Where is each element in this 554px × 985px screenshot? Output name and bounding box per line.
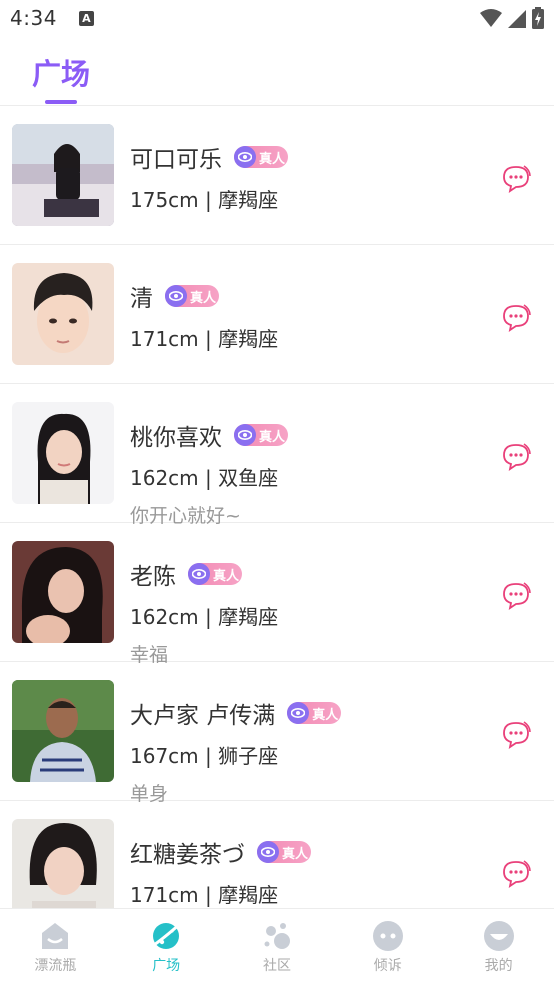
- status-bar: 4:34 A: [0, 0, 554, 36]
- avatar[interactable]: [12, 680, 114, 782]
- list-item[interactable]: 红糖姜茶づ 真人 171cm | 摩羯座: [0, 801, 554, 908]
- chat-bubble-icon[interactable]: [500, 579, 532, 611]
- user-name: 老陈: [130, 564, 176, 590]
- verified-badge: 真人: [257, 841, 311, 863]
- eye-icon: [234, 146, 256, 168]
- battery-icon: [532, 7, 544, 29]
- name-row: 红糖姜茶づ 真人: [130, 837, 311, 868]
- badge-label: 真人: [212, 569, 239, 584]
- chat-bubble-icon[interactable]: [500, 162, 532, 194]
- bottom-nav: 漂流瓶 广场 社区 倾诉 我的: [0, 908, 554, 985]
- nav-mine[interactable]: 我的: [443, 909, 554, 985]
- nav-label: 漂流瓶: [34, 958, 77, 974]
- planet-icon: [150, 921, 183, 949]
- user-name: 红糖姜茶づ: [130, 842, 245, 868]
- verified-badge: 真人: [234, 424, 288, 446]
- badge-label: 真人: [281, 847, 308, 862]
- user-info: 162cm | 摩羯座: [130, 605, 279, 629]
- user-info: 171cm | 摩羯座: [130, 327, 279, 351]
- verified-badge: 真人: [165, 285, 219, 307]
- avatar[interactable]: [12, 263, 114, 365]
- avatar[interactable]: [12, 541, 114, 643]
- chat-bubble-icon[interactable]: [500, 440, 532, 472]
- user-name: 可口可乐: [130, 147, 222, 173]
- badge-label: 真人: [312, 708, 339, 723]
- nav-label: 倾诉: [373, 958, 402, 974]
- header: 广场: [0, 36, 554, 106]
- tab-underline: [45, 100, 77, 104]
- badge-label: 真人: [189, 291, 216, 306]
- nav-label: 广场: [152, 958, 181, 974]
- user-list[interactable]: 可口可乐 真人 175cm | 摩羯座 清 真人 171cm | 摩羯座 桃你喜…: [0, 106, 554, 908]
- user-info: 171cm | 摩羯座: [130, 883, 279, 907]
- status-icons: [480, 7, 544, 29]
- verified-badge: 真人: [234, 146, 288, 168]
- name-row: 大卢家 卢传满 真人: [130, 698, 342, 729]
- eye-icon: [165, 285, 187, 307]
- list-item[interactable]: 可口可乐 真人 175cm | 摩羯座: [0, 106, 554, 245]
- name-row: 可口可乐 真人: [130, 142, 288, 173]
- wifi-icon: [480, 9, 502, 27]
- avatar[interactable]: [12, 124, 114, 226]
- eye-icon: [287, 702, 310, 724]
- list-item[interactable]: 清 真人 171cm | 摩羯座: [0, 245, 554, 384]
- verified-badge: 真人: [287, 702, 342, 724]
- badge-label: 真人: [258, 152, 285, 167]
- notification-a-icon: A: [78, 10, 94, 26]
- eye-icon: [188, 563, 210, 585]
- user-name: 大卢家 卢传满: [130, 703, 276, 729]
- chat-bubble-icon[interactable]: [500, 857, 532, 889]
- nav-confide[interactable]: 倾诉: [332, 909, 443, 985]
- nav-drift-bottle[interactable]: 漂流瓶: [0, 909, 111, 985]
- tab-square[interactable]: 广场: [32, 51, 90, 93]
- nav-label: 社区: [262, 958, 291, 974]
- user-name: 清: [130, 286, 153, 312]
- chat-bubble-icon[interactable]: [500, 301, 532, 333]
- user-name: 桃你喜欢: [130, 425, 222, 451]
- status-time: 4:34: [10, 6, 57, 30]
- nav-square[interactable]: 广场: [111, 909, 222, 985]
- badge-label: 真人: [258, 430, 285, 445]
- nav-community[interactable]: 社区: [222, 909, 333, 985]
- smile-face-icon: [483, 921, 514, 951]
- chat-bubble-icon[interactable]: [500, 718, 532, 750]
- eye-icon: [257, 841, 279, 863]
- user-info: 167cm | 狮子座: [130, 744, 279, 768]
- signal-icon: [508, 10, 526, 28]
- bottle-icon: [42, 923, 69, 949]
- list-item[interactable]: 老陈 真人 162cm | 摩羯座 幸福: [0, 523, 554, 666]
- avatar[interactable]: [12, 402, 114, 504]
- name-row: 老陈 真人: [130, 559, 242, 590]
- name-row: 桃你喜欢 真人: [130, 420, 288, 451]
- nav-label: 我的: [484, 958, 513, 974]
- name-row: 清 真人: [130, 281, 219, 312]
- bubbles-icon: [264, 923, 290, 949]
- list-item[interactable]: 桃你喜欢 真人 162cm | 双鱼座 你开心就好~: [0, 384, 554, 527]
- avatar[interactable]: [12, 819, 114, 908]
- eye-icon: [234, 424, 256, 446]
- user-info: 175cm | 摩羯座: [130, 188, 279, 212]
- chat-face-icon: [372, 921, 403, 951]
- verified-badge: 真人: [188, 563, 242, 585]
- user-info: 162cm | 双鱼座: [130, 466, 279, 490]
- list-item[interactable]: 大卢家 卢传满 真人 167cm | 狮子座 单身: [0, 662, 554, 805]
